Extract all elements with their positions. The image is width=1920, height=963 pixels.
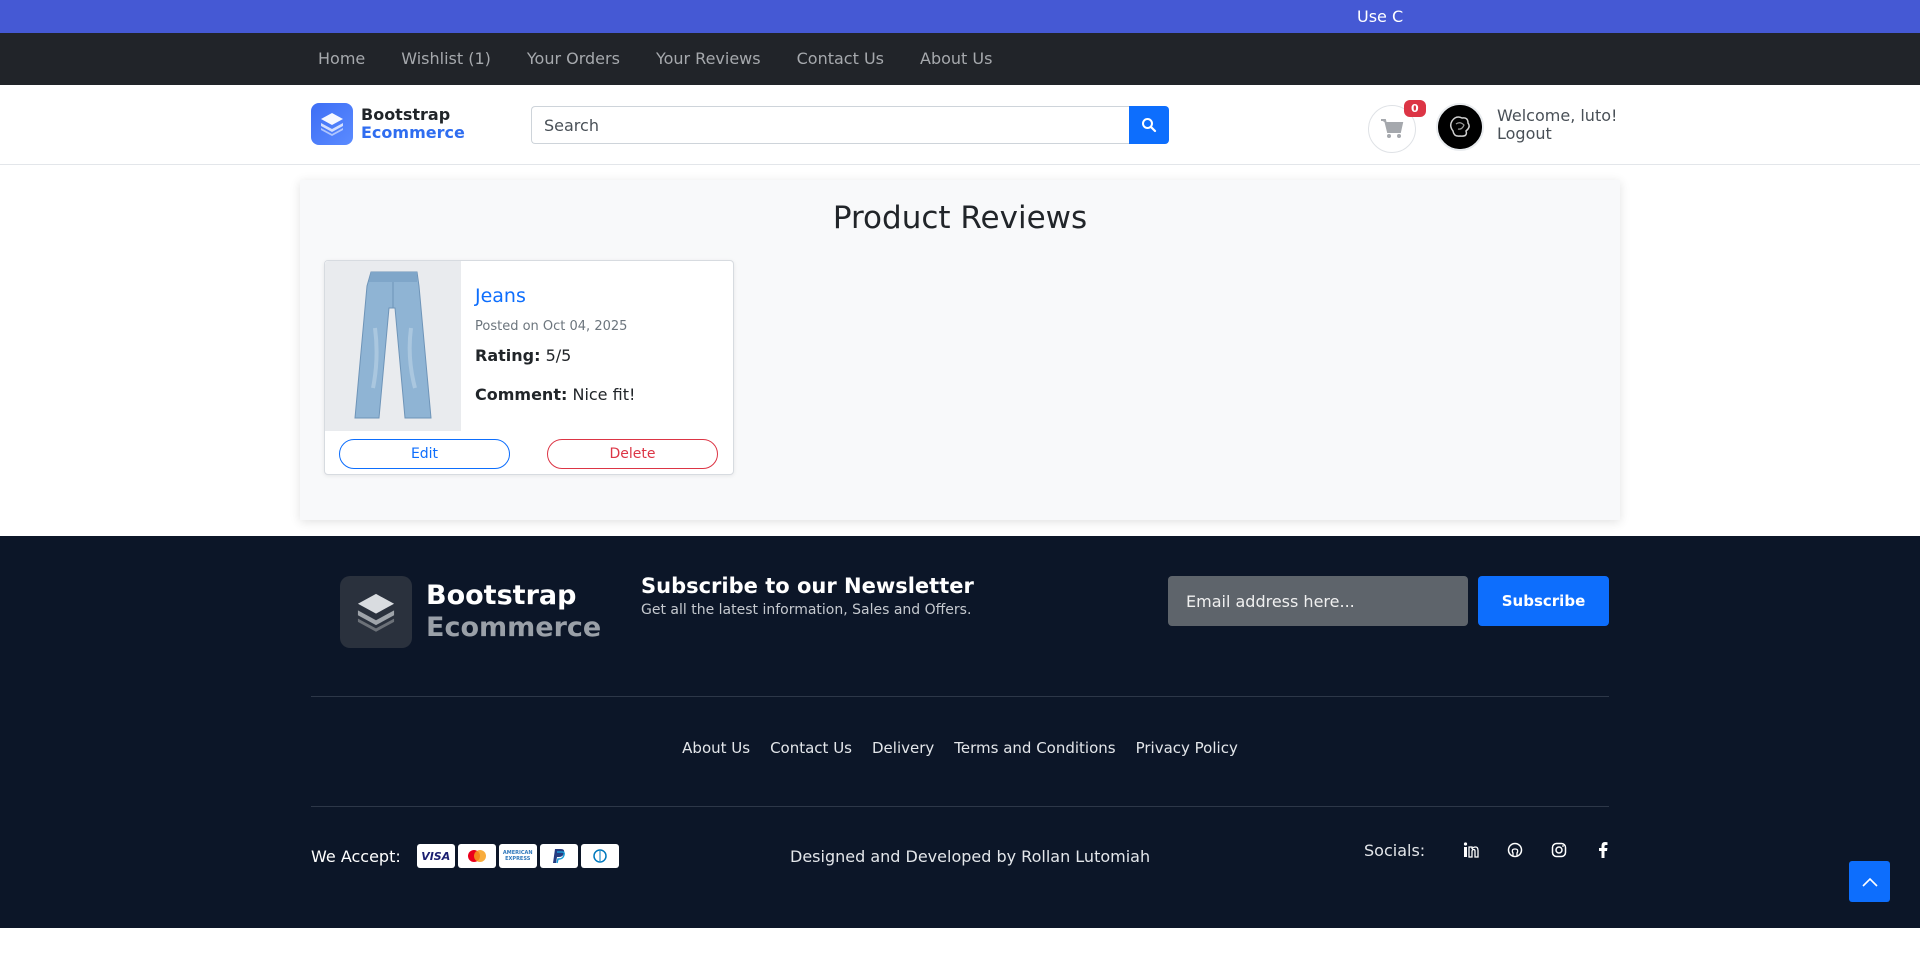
we-accept-label: We Accept: xyxy=(311,846,401,866)
mastercard-icon xyxy=(457,844,496,868)
product-image xyxy=(325,261,461,431)
welcome-text: Welcome, luto! xyxy=(1497,106,1618,125)
footer-link-contact-us[interactable]: Contact Us xyxy=(760,739,862,757)
nav-home[interactable]: Home xyxy=(300,33,383,85)
chevron-up-icon xyxy=(1861,877,1878,887)
announcement-bar: Use C xyxy=(0,0,1920,33)
rating-label: Rating: xyxy=(475,346,541,365)
amex-icon: AMERICAN EXPRESS xyxy=(498,844,537,868)
linkedin-icon[interactable] xyxy=(1461,840,1481,860)
nav-about-us[interactable]: About Us xyxy=(902,33,1010,85)
search-button[interactable] xyxy=(1129,106,1169,144)
newsletter-block: Subscribe to our Newsletter Get all the … xyxy=(641,574,974,618)
comment-value: Nice fit! xyxy=(572,385,636,404)
cart-count-badge: 0 xyxy=(1404,100,1426,117)
layers-logo-icon xyxy=(311,103,353,145)
top-navigation: Home Wishlist (1) Your Orders Your Revie… xyxy=(0,33,1920,85)
site-header: Bootstrap Ecommerce 0 Welcome, luto! Log… xyxy=(0,85,1920,165)
facebook-icon[interactable] xyxy=(1593,840,1613,860)
footer-link-about-us[interactable]: About Us xyxy=(672,739,760,757)
instagram-icon[interactable] xyxy=(1549,840,1569,860)
jeans-image xyxy=(354,271,432,419)
newsletter-title: Subscribe to our Newsletter xyxy=(641,574,974,598)
search-icon xyxy=(1142,118,1157,133)
paypal-icon xyxy=(539,844,578,868)
shopping-cart-icon xyxy=(1381,119,1404,138)
edit-review-button[interactable]: Edit xyxy=(339,439,510,469)
nav-contact-us[interactable]: Contact Us xyxy=(779,33,902,85)
nav-your-orders[interactable]: Your Orders xyxy=(509,33,638,85)
designer-credit: Designed and Developed by Rollan Lutomia… xyxy=(790,847,1151,866)
payment-methods: We Accept: VISA AMERICAN EXPRESS xyxy=(311,844,622,868)
search-form xyxy=(531,106,1169,144)
socials-label: Socials: xyxy=(1364,840,1426,860)
visa-icon: VISA xyxy=(416,844,455,868)
user-menu: Welcome, luto! Logout xyxy=(1497,107,1617,143)
footer-brand[interactable]: Bootstrap Ecommerce xyxy=(340,576,601,648)
brand-name-line1: Bootstrap xyxy=(361,105,451,124)
review-date: Posted on Oct 04, 2025 xyxy=(475,319,628,334)
page-title: Product Reviews xyxy=(832,200,1088,236)
brand-name-line2: Ecommerce xyxy=(361,123,465,142)
newsletter-email-input[interactable] xyxy=(1168,576,1468,626)
product-name-link[interactable]: Jeans xyxy=(475,285,526,307)
footer-divider xyxy=(311,696,1609,697)
footer-brand-line2: Ecommerce xyxy=(426,612,602,643)
announcement-text: Use C xyxy=(1357,7,1404,26)
review-comment: Comment: Nice fit! xyxy=(475,385,635,404)
nav-your-reviews[interactable]: Your Reviews xyxy=(638,33,779,85)
reviews-section: Product Reviews Jeans Posted on Oct 04, … xyxy=(300,180,1620,520)
user-avatar[interactable] xyxy=(1436,103,1484,151)
newsletter-text: Get all the latest information, Sales an… xyxy=(641,602,972,618)
diners-club-icon xyxy=(580,844,619,868)
footer-divider xyxy=(311,806,1609,807)
footer-link-delivery[interactable]: Delivery xyxy=(862,739,944,757)
github-icon[interactable] xyxy=(1505,840,1525,860)
footer-links: About Us Contact Us Delivery Terms and C… xyxy=(0,739,1920,757)
nav-wishlist[interactable]: Wishlist (1) xyxy=(383,33,509,85)
back-to-top-button[interactable] xyxy=(1849,861,1890,902)
rating-value: 5/5 xyxy=(545,346,572,365)
brand-logo-link[interactable]: Bootstrap Ecommerce xyxy=(311,103,465,145)
delete-review-button[interactable]: Delete xyxy=(547,439,718,469)
review-card: Jeans Posted on Oct 04, 2025 Rating: 5/5… xyxy=(324,260,734,475)
review-rating: Rating: 5/5 xyxy=(475,346,635,365)
social-links: Socials: xyxy=(1364,840,1625,860)
footer-brand-line1: Bootstrap xyxy=(426,580,577,611)
footer-link-terms[interactable]: Terms and Conditions xyxy=(944,739,1125,757)
footer-link-privacy[interactable]: Privacy Policy xyxy=(1126,739,1248,757)
comment-label: Comment: xyxy=(475,385,568,404)
logout-link[interactable]: Logout xyxy=(1497,125,1617,143)
search-input[interactable] xyxy=(531,106,1129,144)
subscribe-button[interactable]: Subscribe xyxy=(1478,576,1609,626)
layers-logo-icon xyxy=(340,576,412,648)
site-footer: Bootstrap Ecommerce Subscribe to our New… xyxy=(0,536,1920,928)
